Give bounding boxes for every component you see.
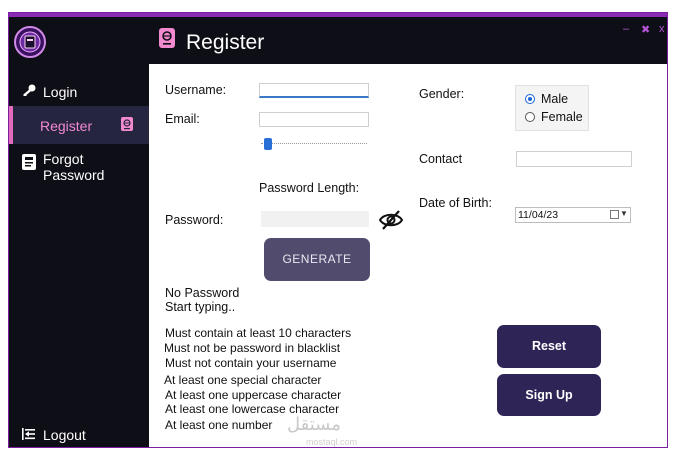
watermark-logo: مستقل [287, 414, 341, 435]
slider-handle[interactable] [264, 138, 272, 150]
register-form: Username: Email: Password Length: Passwo… [149, 64, 667, 447]
eye-slash-icon[interactable] [378, 209, 404, 231]
contact-field[interactable] [516, 151, 632, 167]
sidebar-item-label: Forgot Password [43, 151, 105, 183]
rule-item: Must not be password in blacklist [164, 341, 341, 355]
username-field[interactable] [259, 83, 369, 98]
sidebar-item-forgot-password[interactable]: Forgot Password [9, 147, 149, 191]
email-field[interactable] [259, 112, 369, 127]
gender-male-radio[interactable] [525, 94, 535, 104]
id-card-icon [21, 153, 37, 170]
sidebar-item-label: Login [43, 84, 78, 100]
gender-group: Male Female [515, 85, 589, 131]
password-length-label: Password Length: [259, 181, 360, 195]
dob-value: 11/04/23 [518, 209, 559, 221]
restore-button[interactable]: ✖ [641, 23, 650, 36]
logout-label: Logout [43, 427, 86, 443]
gender-option-label: Female [541, 110, 583, 124]
rule-item: Must not contain your username [165, 356, 337, 370]
dob-label: Date of Birth: [419, 196, 492, 210]
page-title: Register [186, 31, 265, 54]
email-label: Email: [165, 112, 200, 126]
rule-item: At least one special character [164, 373, 322, 387]
key-icon [21, 83, 37, 99]
password-label: Password: [165, 213, 224, 227]
password-length-slider[interactable] [261, 143, 367, 146]
app-logo-icon [13, 25, 47, 59]
gender-label: Gender: [419, 87, 465, 101]
reset-button[interactable]: Reset [497, 325, 601, 368]
sidebar-item-label: Register [40, 118, 93, 134]
passport-icon [119, 116, 135, 132]
password-hint-text: Start typing.. [165, 300, 236, 314]
rule-item: At least one uppercase character [165, 388, 342, 402]
minimize-button[interactable]: – [623, 23, 629, 35]
rule-item: Must contain at least 10 characters [165, 326, 352, 340]
chevron-down-icon[interactable]: ▼ [620, 209, 628, 218]
gender-female-radio[interactable] [525, 112, 535, 122]
password-field[interactable] [261, 211, 369, 227]
password-strength-text: No Password [165, 286, 240, 300]
signup-button[interactable]: Sign Up [497, 374, 601, 416]
dob-date-picker[interactable]: 11/04/23 ▼ [515, 207, 631, 223]
app-window: Login Register Forgot Password Logout Re… [8, 12, 668, 448]
username-label: Username: [165, 83, 227, 97]
sidebar: Login Register Forgot Password Logout [9, 17, 149, 447]
gender-option-label: Male [541, 92, 569, 106]
calendar-icon[interactable] [610, 210, 619, 219]
page-header: Register – ✖ x [149, 17, 667, 64]
passport-icon [157, 27, 177, 49]
sidebar-item-register[interactable]: Register [9, 106, 149, 144]
contact-label: Contact [419, 152, 463, 166]
logout-icon [21, 426, 37, 442]
rule-item: At least one number [165, 418, 273, 432]
generate-button[interactable]: GENERATE [264, 238, 370, 281]
logout-button[interactable]: Logout [9, 416, 149, 454]
close-button[interactable]: x [659, 23, 665, 35]
watermark-text: mostaql.com [306, 437, 358, 447]
